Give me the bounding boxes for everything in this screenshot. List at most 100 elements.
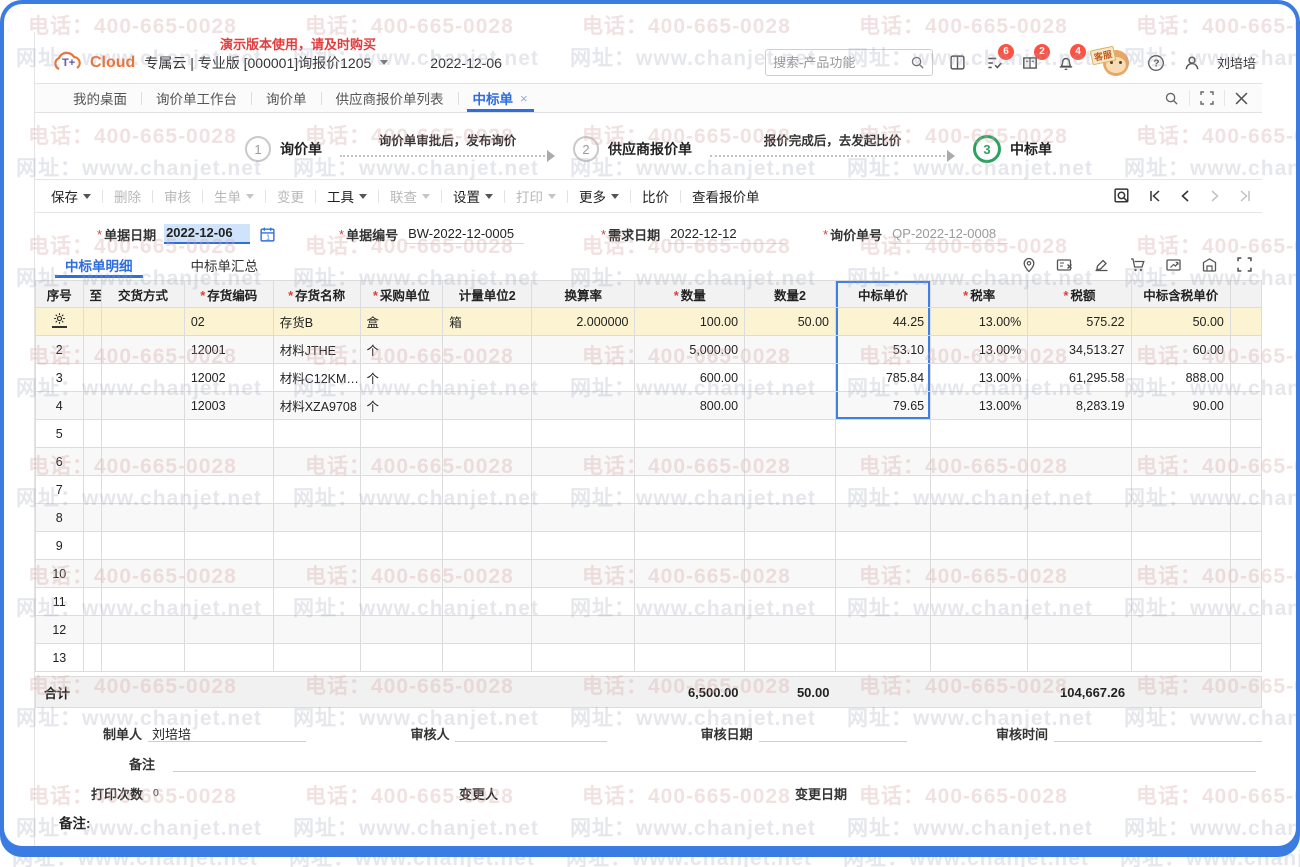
grid-cell-extra[interactable]	[1230, 336, 1261, 364]
grid-cell-name[interactable]	[273, 588, 360, 616]
grid-cell-taxprice[interactable]	[1131, 476, 1230, 504]
locate-icon[interactable]	[1021, 257, 1037, 273]
grid-cell-unit[interactable]	[360, 420, 443, 448]
chevron-down-icon[interactable]	[380, 60, 388, 65]
card-delete-icon[interactable]	[1056, 257, 1074, 273]
grid-cell-delivery[interactable]	[102, 504, 185, 532]
grid-cell-taxrate[interactable]: 13.00%	[931, 364, 1028, 392]
grid-cell-taxrate[interactable]	[931, 588, 1028, 616]
grid-cell-code[interactable]: 12002	[184, 364, 273, 392]
next-record-icon[interactable]	[1208, 189, 1222, 203]
grid-cell-taxprice[interactable]	[1131, 560, 1230, 588]
grid-cell-name[interactable]: 材料XZA9708	[273, 392, 360, 420]
grid-cell-unit[interactable]	[360, 560, 443, 588]
grid-cell-qty[interactable]	[635, 448, 745, 476]
warehouse-icon[interactable]	[1201, 257, 1218, 273]
grid-cell-name[interactable]	[273, 504, 360, 532]
grid-cell-qty[interactable]: 600.00	[635, 364, 745, 392]
grid-cell-to[interactable]	[83, 532, 102, 560]
grid-cell-taxprice[interactable]	[1131, 420, 1230, 448]
workbench-icon[interactable]	[947, 52, 969, 74]
grid-cell-tax[interactable]	[1028, 420, 1131, 448]
grid-cell-rate[interactable]	[532, 588, 635, 616]
tab-inquiry-order[interactable]: 询价单	[252, 84, 321, 112]
grid-cell-to[interactable]	[83, 336, 102, 364]
grid-cell-rate[interactable]	[532, 560, 635, 588]
grid-cell-qty[interactable]	[635, 532, 745, 560]
grid-cell-unit2[interactable]	[443, 616, 532, 644]
grid-cell-unit2[interactable]	[443, 420, 532, 448]
help-icon[interactable]: ?	[1145, 52, 1167, 74]
grid-cell-taxrate[interactable]	[931, 476, 1028, 504]
grid-cell-unit2[interactable]	[443, 336, 532, 364]
grid-cell-rate[interactable]	[532, 364, 635, 392]
grid-col-unit[interactable]: *采购单位	[360, 281, 443, 308]
note-value[interactable]	[173, 754, 1256, 772]
grid-cell-extra[interactable]	[1230, 420, 1261, 448]
grid-cell-code[interactable]	[184, 476, 273, 504]
grid-cell-to[interactable]	[83, 560, 102, 588]
grid-cell-extra[interactable]	[1230, 560, 1261, 588]
grid-cell-unit2[interactable]	[443, 588, 532, 616]
toolbar-item[interactable]: 工具	[327, 186, 367, 206]
subtab-bid-summary[interactable]: 中标单汇总	[185, 249, 265, 280]
grid-cell-taxrate[interactable]: 13.00%	[931, 308, 1028, 336]
cart-icon[interactable]	[1129, 257, 1146, 273]
grid-cell-qty[interactable]: 5,000.00	[635, 336, 745, 364]
grid-empty-row[interactable]: 13	[36, 644, 1262, 672]
bell-icon[interactable]: 4	[1055, 52, 1077, 74]
user-icon[interactable]	[1181, 52, 1203, 74]
grid-cell-taxprice[interactable]	[1131, 448, 1230, 476]
grid-cell-extra[interactable]	[1230, 588, 1261, 616]
user-name[interactable]: 刘培培	[1217, 53, 1256, 72]
grid-cell-extra[interactable]	[1230, 448, 1261, 476]
grid-cell-unit[interactable]	[360, 448, 443, 476]
grid-cell-rate[interactable]	[532, 448, 635, 476]
grid-cell-delivery[interactable]	[102, 336, 185, 364]
grid-cell-code[interactable]	[184, 504, 273, 532]
grid-cell-price[interactable]	[836, 532, 931, 560]
grid-col-qty[interactable]: *数量	[635, 281, 745, 308]
grid-cell-qty[interactable]	[635, 504, 745, 532]
tab-my-desktop[interactable]: 我的桌面	[59, 84, 141, 112]
grid-col-delivery[interactable]: 交货方式	[102, 281, 185, 308]
grid-cell-to[interactable]	[83, 504, 102, 532]
grid-cell-to[interactable]	[83, 588, 102, 616]
grid-cell-unit2[interactable]	[443, 532, 532, 560]
grid-cell-qty2[interactable]	[745, 420, 836, 448]
grid-cell-rate[interactable]	[532, 644, 635, 672]
inquiry-number-input[interactable]: QP-2022-12-0008	[890, 225, 1008, 244]
grid-cell-to[interactable]	[83, 644, 102, 672]
grid-cell-taxprice[interactable]	[1131, 588, 1230, 616]
grid-cell-unit[interactable]	[360, 588, 443, 616]
gear-icon[interactable]	[52, 312, 67, 328]
grid-cell-delivery[interactable]	[102, 476, 185, 504]
grid-cell-taxrate[interactable]	[931, 448, 1028, 476]
doc-search-icon[interactable]	[1113, 187, 1132, 206]
tab-supplier-quote-list[interactable]: 供应商报价单列表	[322, 84, 458, 112]
grid-cell-price[interactable]	[836, 560, 931, 588]
grid-cell-name[interactable]	[273, 420, 360, 448]
grid-cell-qty[interactable]	[635, 476, 745, 504]
grid-col-seq[interactable]: 序号	[36, 281, 84, 308]
grid-cell-extra[interactable]	[1230, 476, 1261, 504]
grid-cell-qty2[interactable]	[745, 336, 836, 364]
maker-value[interactable]: 刘培培	[148, 724, 306, 742]
grid-cell-price[interactable]	[836, 644, 931, 672]
grid-cell-qty2[interactable]	[745, 644, 836, 672]
grid-cell-seq[interactable]: 4	[36, 392, 84, 420]
tab-inquiry-workbench[interactable]: 询价单工作台	[142, 84, 251, 112]
fullscreen-icon[interactable]	[1189, 90, 1224, 106]
grid-cell-to[interactable]	[83, 364, 102, 392]
export-icon[interactable]	[1165, 257, 1182, 273]
grid-cell-unit2[interactable]: 箱	[443, 308, 532, 336]
grid-cell-extra[interactable]	[1230, 532, 1261, 560]
grid-cell-name[interactable]: 存货B	[273, 308, 360, 336]
grid-cell-unit2[interactable]	[443, 504, 532, 532]
message-book-icon[interactable]: 2	[1019, 52, 1041, 74]
grid-cell-qty2[interactable]	[745, 616, 836, 644]
grid-cell-taxprice[interactable]: 50.00	[1131, 308, 1230, 336]
grid-cell-unit2[interactable]	[443, 476, 532, 504]
prev-record-icon[interactable]	[1178, 189, 1192, 203]
toolbar-item[interactable]: 比价	[642, 186, 669, 206]
